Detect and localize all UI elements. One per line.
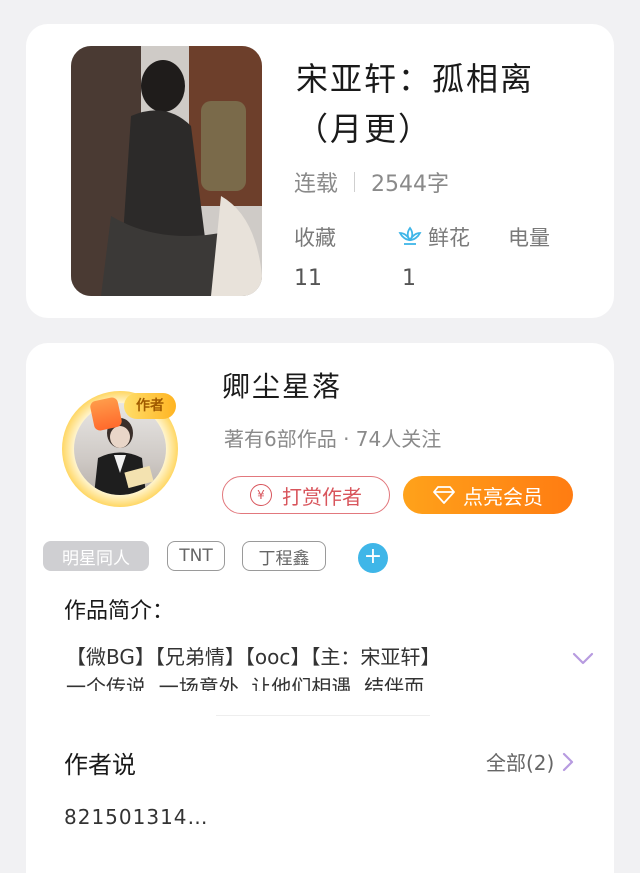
- chevron-down-icon[interactable]: [572, 651, 594, 670]
- tip-author-button[interactable]: ¥ 打赏作者: [222, 476, 390, 514]
- intro-line-2: 一个传说 一场意外 让他们相遇 结伴而…: [66, 675, 445, 691]
- serial-status: 连载: [294, 172, 339, 197]
- collect-value: 11: [294, 266, 322, 291]
- word-count: 2544字: [371, 172, 450, 197]
- yen-icon: ¥: [250, 484, 272, 506]
- author-badge: 作者: [124, 393, 176, 419]
- tip-author-label: 打赏作者: [282, 484, 362, 509]
- book-status-row: 连载 2544字: [294, 166, 449, 198]
- flower-label: 鲜花: [428, 226, 470, 250]
- light-up-vip-button[interactable]: 点亮会员: [403, 476, 573, 514]
- author-flag-icon: [89, 396, 123, 432]
- diamond-icon: [433, 486, 455, 504]
- intro-line-1: 【微BG】【兄弟情】【ooc】【主：宋亚轩】: [66, 645, 441, 669]
- intro-line-2-container: 一个传说 一场意外 让他们相遇 结伴而…: [66, 671, 556, 691]
- author-avatar[interactable]: 作者: [54, 383, 186, 515]
- flower-stat[interactable]: 鲜花: [398, 222, 470, 253]
- vip-label: 点亮会员: [463, 484, 543, 509]
- section-divider: [216, 715, 430, 716]
- lotus-flower-icon: [398, 226, 422, 253]
- author-meta: 著有6部作品 · 74人关注: [224, 427, 442, 451]
- all-label: 全部(2): [486, 751, 555, 775]
- tag-chip[interactable]: 明星同人: [43, 541, 149, 571]
- author-says-title: 作者说: [64, 751, 136, 779]
- author-card: 作者 卿尘星落 著有6部作品 · 74人关注 ¥ 打赏作者 点亮会员 明星同人 …: [26, 343, 614, 873]
- collect-label: 收藏: [294, 226, 336, 250]
- intro-title: 作品简介：: [64, 599, 175, 624]
- book-title: 宋亚轩：孤相离（月更）: [296, 60, 535, 148]
- tag-chip[interactable]: TNT: [167, 541, 225, 571]
- cover-illustration: [71, 46, 262, 296]
- book-cover-image[interactable]: [71, 46, 262, 296]
- author-name[interactable]: 卿尘星落: [222, 365, 342, 405]
- add-tag-button[interactable]: +: [358, 543, 388, 573]
- view-all-author-notes-link[interactable]: 全部(2): [486, 747, 574, 776]
- power-label: 电量: [508, 226, 550, 250]
- chevron-right-icon: [563, 752, 574, 771]
- tag-chip[interactable]: 丁程鑫: [242, 541, 326, 571]
- flower-value: 1: [402, 266, 416, 291]
- status-divider: [354, 172, 356, 192]
- book-info-card: 宋亚轩：孤相离（月更） 连载 2544字 收藏 鲜花 电量 11 1: [26, 24, 614, 318]
- author-says-text: 821501314…: [64, 805, 209, 829]
